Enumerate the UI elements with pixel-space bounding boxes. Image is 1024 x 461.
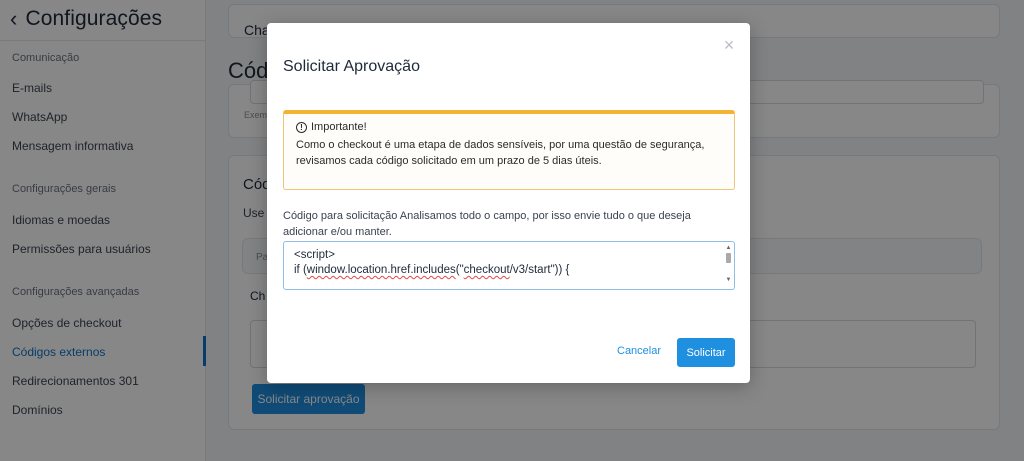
alert-heading-row: ! Importante! [296,121,722,133]
important-alert: ! Importante! Como o checkout é uma etap… [283,110,735,190]
alert-body: Como o checkout é uma etapa de dados sen… [296,139,705,167]
approval-modal: × Solicitar Aprovação ! Importante! Como… [267,23,750,383]
modal-title: Solicitar Aprovação [283,58,420,75]
code-field-label: Código para solicitação Analisamos todo … [283,210,691,238]
code-line-1: <script> [294,249,335,261]
scroll-up-icon[interactable]: ▲ [725,245,732,251]
cancel-button[interactable]: Cancelar [617,345,661,357]
code-text: (" [455,264,464,276]
code-text: /v3/start")) { [509,264,570,276]
code-textarea[interactable]: <script> if (window.location.href.includ… [283,241,735,290]
alert-icon: ! [296,121,307,133]
scroll-down-icon[interactable]: ▼ [725,277,732,283]
submit-button[interactable]: Solicitar [677,338,735,367]
textarea-scrollbar[interactable]: ▲ ▼ [725,245,732,287]
code-line-2: if (window.location.href.includes("check… [294,263,714,278]
close-icon[interactable]: × [720,36,738,54]
code-text-misspelled: checkout [463,264,510,276]
code-text: if ( [294,264,307,276]
alert-heading: Importante! [311,121,367,133]
code-text-misspelled: window.location.href.includes [306,264,456,276]
scroll-thumb[interactable] [726,253,731,263]
